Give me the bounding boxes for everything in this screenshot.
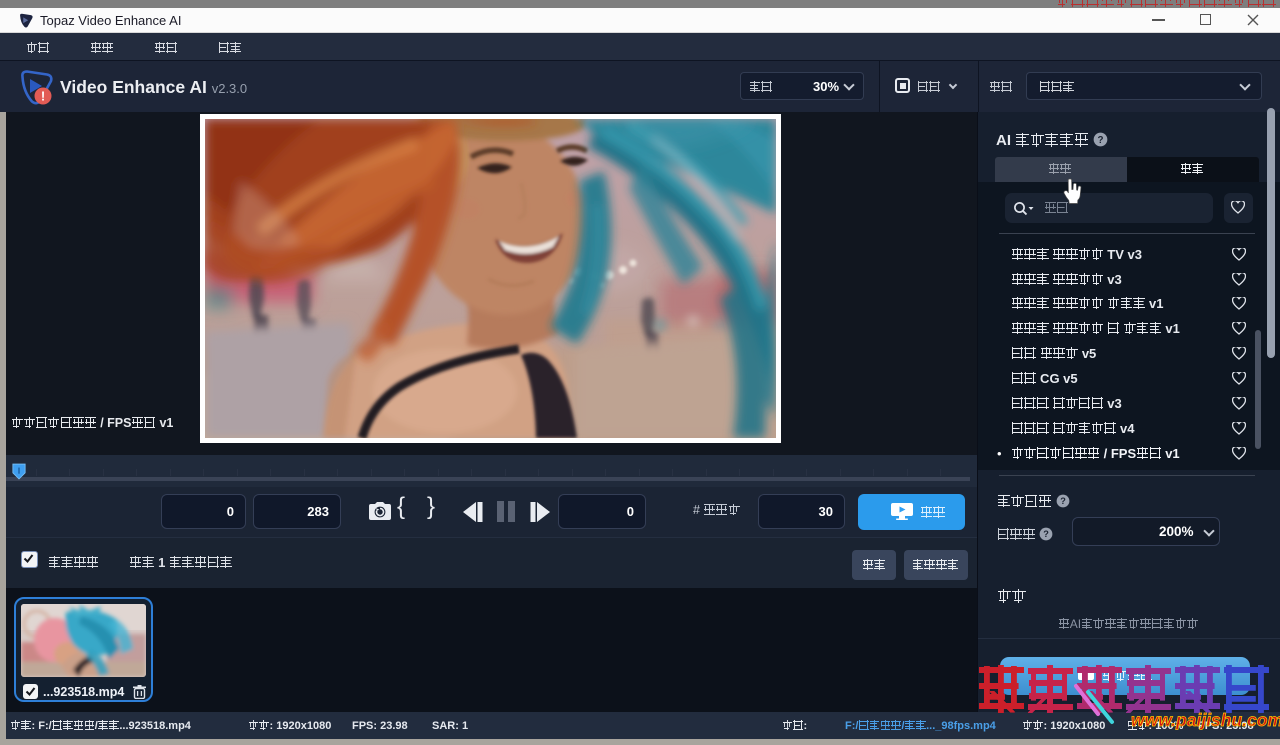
svg-text:?: ?	[1043, 529, 1049, 539]
svg-text:?: ?	[1060, 496, 1066, 506]
svg-text:!: !	[41, 89, 45, 104]
